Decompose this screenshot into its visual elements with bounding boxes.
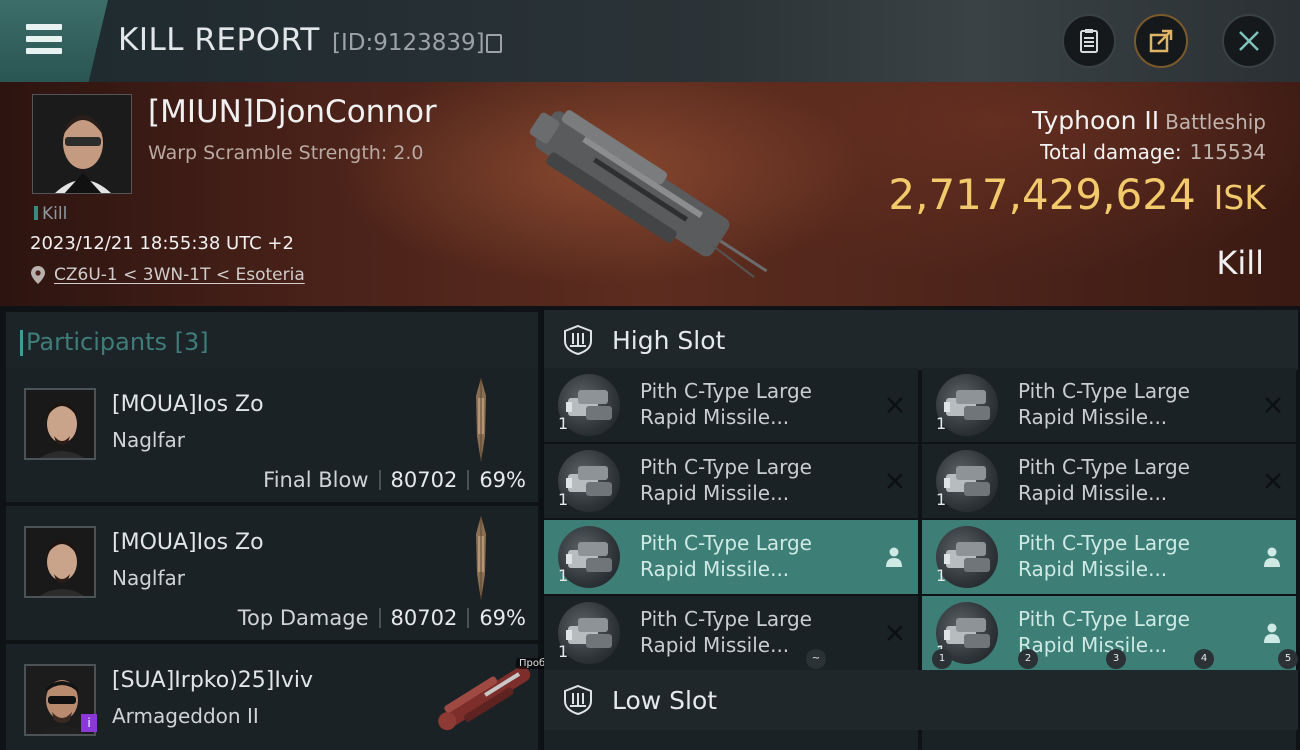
victim-ship-name[interactable]: Typhoon II Battleship	[1032, 106, 1266, 135]
info-badge: i	[81, 714, 97, 732]
share-button[interactable]	[1134, 14, 1188, 68]
victim-name[interactable]: [MIUN]DjonConnor	[148, 94, 437, 130]
close-button[interactable]	[1222, 14, 1276, 68]
slot-number-badge: ~	[806, 649, 826, 669]
total-damage: Total damage: 115534	[1040, 140, 1266, 164]
low-slot-title: Low Slot	[612, 686, 718, 715]
location-pin-icon	[31, 266, 45, 284]
isk-value: 2,717,429,624	[888, 170, 1196, 219]
participant-ship: Armageddon II	[112, 704, 259, 728]
location-link[interactable]: CZ6U-1 < 3WN-1T < Esoteria	[54, 265, 305, 285]
clipboard-button[interactable]	[1062, 14, 1116, 68]
module-slot[interactable]: 1 Pith C-Type Large Rapid Missile...	[544, 520, 918, 594]
dropped-icon	[1264, 623, 1280, 643]
participant-name[interactable]: [SUA]Irpko)25]Iviv	[112, 668, 313, 693]
participant-name[interactable]: [MOUA]Ios Zo	[112, 530, 264, 555]
isk-unit: ISK	[1213, 178, 1266, 217]
participant-stats: Final Blow 80702 69%	[263, 468, 526, 492]
module-quantity: 1	[558, 414, 569, 433]
clipboard-icon	[1080, 29, 1098, 53]
victim-panel: [MIUN]DjonConnor Warp Scramble Strength:…	[0, 82, 1300, 306]
page-title: KILL REPORT	[118, 22, 320, 58]
slot-number-badge: 3	[1106, 649, 1126, 669]
destroyed-icon	[887, 397, 903, 413]
module-slot[interactable]: 1 Pith C-Type Large Rapid Missile...	[544, 368, 918, 442]
participant-percent: 69%	[479, 468, 526, 492]
participant-ship-image	[476, 516, 486, 600]
dropped-icon	[1264, 547, 1280, 567]
module-slot[interactable]: 1 Pith C-Type Large Rapid Missile...	[922, 444, 1296, 518]
module-name: Pith C-Type Large Rapid Missile...	[1018, 379, 1190, 429]
destroyed-icon	[1265, 473, 1281, 489]
participant-ship-image	[476, 378, 486, 462]
module-slot[interactable]: 1 Pith C-Type Large Rapid Missile...	[544, 444, 918, 518]
participant-damage: 80702	[390, 468, 458, 492]
isk-value-row: 2,717,429,624 ISK	[888, 170, 1266, 219]
participant-percent: 69%	[479, 606, 526, 630]
low-slot-module[interactable]	[922, 730, 1296, 750]
participant-row[interactable]: [MOUA]Ios Zo Naglfar Final Blow 80702 69%	[6, 368, 538, 502]
module-name: Pith C-Type Large Rapid Missile...	[640, 379, 812, 429]
ship-class: Battleship	[1165, 110, 1266, 134]
close-icon	[1239, 31, 1259, 51]
module-quantity: 1	[558, 642, 569, 661]
participant-role: Top Damage	[237, 606, 369, 630]
high-slot-title: High Slot	[612, 326, 726, 355]
victim-ship-image	[529, 110, 768, 279]
kill-tag: Kill	[34, 204, 67, 224]
participant-row[interactable]: [MOUA]Ios Zo Naglfar Top Damage 80702 69%	[6, 506, 538, 640]
participant-damage: 80702	[390, 606, 458, 630]
dropped-icon	[886, 547, 902, 567]
low-slot-module[interactable]	[544, 730, 918, 750]
victim-avatar[interactable]	[32, 94, 132, 194]
slot-number-badge: 2	[1018, 649, 1038, 669]
slot-number-badge: 4	[1194, 649, 1214, 669]
module-quantity: 1	[558, 566, 569, 585]
participant-row[interactable]: i [SUA]Irpko)25]Iviv Armageddon II Пробе…	[6, 644, 561, 750]
slot-number-badge: 1	[932, 649, 952, 669]
module-name: Pith C-Type Large Rapid Missile...	[1018, 531, 1190, 581]
slot-number-badge: 5	[1278, 649, 1298, 669]
participant-name[interactable]: [MOUA]Ios Zo	[112, 392, 264, 417]
menu-button[interactable]	[0, 0, 108, 82]
share-icon	[1149, 29, 1173, 53]
participant-stats: Top Damage 80702 69%	[238, 606, 526, 630]
kill-timestamp: 2023/12/21 18:55:38 UTC +2	[30, 233, 294, 254]
destroyed-icon	[887, 625, 903, 641]
module-name: Pith C-Type Large Rapid Missile...	[1018, 607, 1190, 657]
module-quantity: 1	[936, 490, 947, 509]
participants-header: Participants [3]	[6, 312, 538, 370]
participant-avatar[interactable]	[24, 526, 96, 598]
low-slot-icon	[564, 684, 592, 716]
module-slot[interactable]: 1 Pith C-Type Large Rapid Missile...	[922, 520, 1296, 594]
participants-panel: Participants [3] [MOUA]Ios Zo Naglfar Fi…	[0, 306, 561, 750]
high-slot-icon	[564, 324, 592, 356]
participant-avatar[interactable]	[24, 388, 96, 460]
module-slot[interactable]: 1 Pith C-Type Large Rapid Missile...	[922, 368, 1296, 442]
top-bar: KILL REPORT [ID:9123839]	[0, 0, 1300, 82]
low-slot-header: Low Slot	[544, 670, 1298, 730]
report-id: [ID:9123839]	[332, 30, 485, 56]
module-quantity: 1	[936, 566, 947, 585]
fitting-panel: High Slot 1 Pith C-Type Large Rapid Missi…	[544, 306, 1300, 750]
result-label: Kill	[1216, 244, 1264, 282]
module-name: Pith C-Type Large Rapid Missile...	[1018, 455, 1190, 505]
victim-subtitle: Warp Scramble Strength: 2.0	[148, 142, 424, 164]
module-slot[interactable]: 1Pith C-Type Large Rapid Missile...	[544, 596, 918, 670]
module-name: Pith C-Type Large Rapid Missile...	[640, 455, 812, 505]
menu-icon	[26, 24, 62, 54]
participant-ship: Naglfar	[112, 566, 185, 590]
participant-role: Final Blow	[263, 468, 369, 492]
high-slot-header: High Slot	[544, 310, 1298, 370]
participant-ship: Naglfar	[112, 428, 185, 452]
total-damage-value: 115534	[1189, 140, 1266, 164]
destroyed-icon	[1265, 397, 1281, 413]
module-quantity: 1	[936, 414, 947, 433]
copy-icon[interactable]	[486, 34, 502, 53]
module-quantity: 1	[558, 490, 569, 509]
participants-title: Participants [3]	[20, 328, 209, 356]
module-name: Pith C-Type Large Rapid Missile...	[640, 531, 812, 581]
destroyed-icon	[887, 473, 903, 489]
